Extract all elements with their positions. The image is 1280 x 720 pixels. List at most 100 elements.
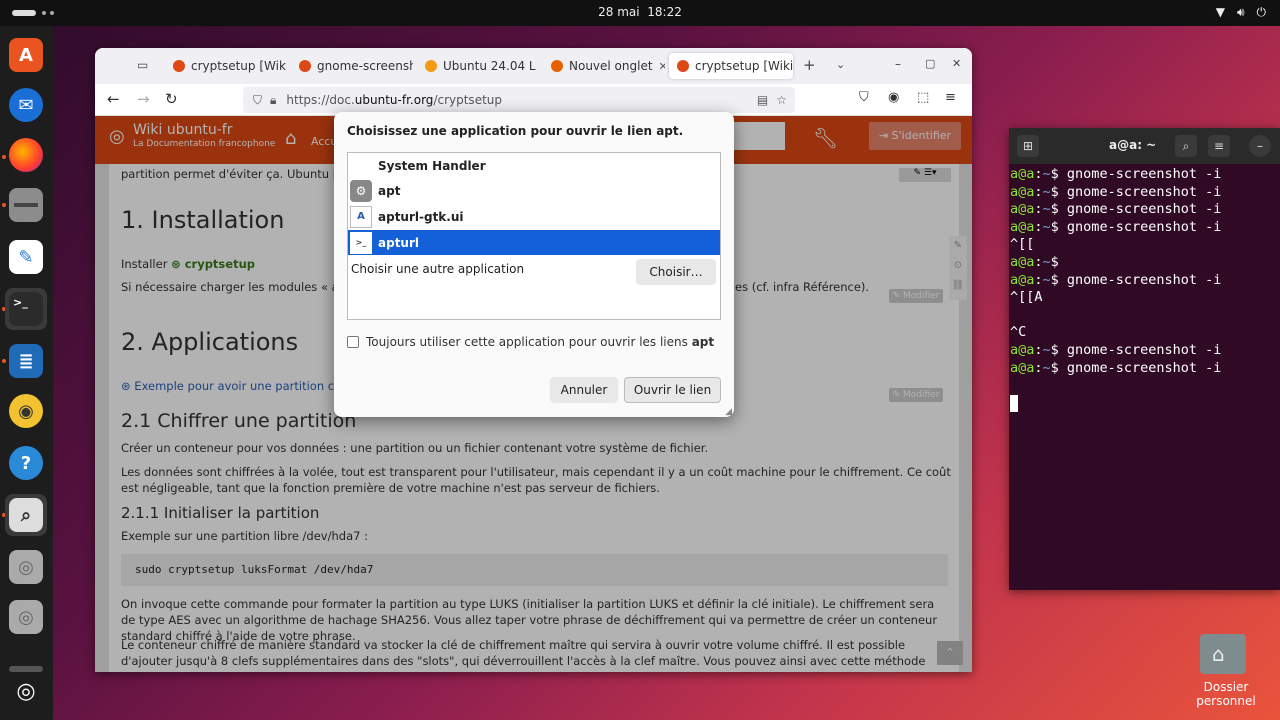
open-link-button[interactable]: Ouvrir le lien (624, 377, 721, 403)
minimize-button[interactable]: – (1249, 135, 1271, 157)
app-item-apt[interactable]: ⚙ apt (348, 178, 720, 203)
firefox-icon (9, 138, 43, 172)
command-text: $ gnome-screenshot -i (1050, 271, 1222, 288)
tab-cryptsetup-active[interactable]: cryptsetup [Wiki✕ (669, 53, 793, 79)
bookmark-star-icon[interactable]: ☆ (776, 93, 787, 107)
dock-ubuntu-software[interactable]: A (5, 34, 47, 76)
tab-gnome-screenshot[interactable]: gnome-screensh✕ (291, 53, 413, 79)
app-label: apturl (378, 235, 419, 250)
terminal-line: a@a:~$ gnome-screenshot -i (1010, 166, 1278, 184)
close-window-button[interactable]: ✕ (952, 57, 961, 70)
disk-icon: ◎ (9, 550, 43, 584)
terminal-line: a@a:~$ gnome-screenshot -i (1010, 201, 1278, 219)
prompt-sep: : (1034, 341, 1043, 358)
url-bar[interactable]: ⛉ 🔒︎ https://doc. ubuntu-fr.org/cryptsetu… (243, 87, 795, 113)
minimize-button[interactable]: – (895, 57, 901, 71)
dock-thunderbird[interactable]: ✉ (5, 84, 47, 126)
volume-icon: 🔊︎ (1236, 5, 1245, 19)
text-file-icon: A (350, 205, 372, 228)
magnifier-icon: ⌕ (9, 498, 43, 532)
terminal-output[interactable]: a@a:~$ gnome-screenshot -i a@a:~$ gnome-s… (1010, 166, 1278, 377)
command-text: $ gnome-screenshot -i (1050, 166, 1222, 182)
dock-rhythmbox[interactable]: ◉ (5, 390, 47, 432)
command-text: $ gnome-screenshot -i (1050, 218, 1222, 235)
text-editor-icon: ✎ (9, 240, 43, 274)
prompt-path: ~ (1042, 341, 1051, 358)
command-text: $ gnome-screenshot -i (1050, 183, 1222, 200)
command-text: $ gnome-screenshot -i (1050, 341, 1222, 358)
house-icon: ⌂ (1212, 642, 1225, 666)
shield-icon[interactable]: ⛉ (253, 93, 262, 108)
app-item-apturl-gtk-ui[interactable]: Aapturl-gtk.ui (348, 204, 720, 229)
prompt-path: ~ (1042, 253, 1051, 270)
clock[interactable]: 28 mai 18:22 (0, 5, 1280, 19)
resize-grip-icon[interactable]: ◢ (725, 407, 732, 417)
new-tab-button[interactable]: ⊞ (1017, 135, 1039, 157)
account-icon[interactable]: ◉ (888, 90, 899, 105)
forward-button[interactable]: → (137, 90, 150, 108)
close-icon[interactable]: ✕ (653, 60, 665, 73)
tab-label: Nouvel onglet (569, 59, 653, 73)
new-tab-button[interactable]: + (803, 56, 816, 74)
reader-view-icon[interactable]: ▤ (757, 93, 768, 107)
dock-help[interactable]: ? (5, 442, 47, 484)
extensions-icon[interactable]: ⬚ (917, 90, 929, 105)
terminal-line: a@a:~$ gnome-screenshot -i (1010, 272, 1278, 290)
dock-ubuntu-logo[interactable]: ◎ (5, 670, 47, 712)
dock-libreoffice-writer[interactable]: ≣ (5, 340, 47, 382)
back-button[interactable]: ← (107, 90, 120, 108)
tab-cryptsetup-1[interactable]: cryptsetup [Wiki✕ (165, 53, 287, 79)
files-icon (9, 188, 43, 222)
terminal-line: a@a:~$ gnome-screenshot -i (1010, 184, 1278, 202)
menu-icon[interactable]: ≡ (1208, 135, 1230, 157)
lock-icon[interactable]: 🔒︎ (270, 93, 276, 108)
tab-list-chevron-icon[interactable]: ⌄ (836, 58, 845, 71)
app-item-apturl[interactable]: >_ apturl (348, 230, 720, 255)
dock-disk-2[interactable]: ◎ (5, 596, 47, 638)
prompt-sep: : (1034, 201, 1043, 218)
search-icon[interactable]: ⌕ (1175, 135, 1197, 157)
app-label: apturl-gtk.ui (378, 209, 464, 224)
system-tray[interactable]: ▼ 🔊︎ ⏻ (1216, 5, 1266, 20)
close-icon[interactable]: ✕ (536, 60, 539, 73)
always-scheme: apt (691, 335, 715, 349)
dock-files[interactable] (5, 184, 47, 226)
dock-text-editor[interactable]: ✎ (5, 236, 47, 278)
top-bar: 28 mai 18:22 ▼ 🔊︎ ⏻ (0, 0, 1280, 26)
dock-screenshot[interactable]: ⌕ (5, 494, 47, 536)
prompt-path: ~ (1042, 359, 1051, 376)
tab-label: Ubuntu 24.04 L (443, 59, 536, 73)
terminal-line: ^C (1010, 324, 1027, 341)
dock-disk-1[interactable]: ◎ (5, 546, 47, 588)
wifi-icon: ▼ (1215, 5, 1225, 19)
cancel-button[interactable]: Annuler (550, 377, 618, 403)
tab-new-tab[interactable]: Nouvel onglet ✕ (543, 53, 665, 79)
app-item-system-handler[interactable]: System Handler (348, 153, 720, 178)
choose-button[interactable]: Choisir… (636, 259, 716, 285)
always-use-checkbox[interactable] (347, 336, 359, 348)
dock-firefox[interactable] (5, 134, 47, 176)
prompt-path: ~ (1042, 218, 1051, 235)
command-text: $ gnome-screenshot -i (1050, 201, 1222, 218)
command-text: $ (1050, 253, 1059, 270)
url-path: /cryptsetup (433, 93, 502, 107)
tab-overview-icon[interactable]: ▭ (137, 58, 148, 72)
maximize-button[interactable]: ▢ (925, 57, 935, 70)
reload-button[interactable]: ↻ (165, 90, 178, 108)
tab-ubuntu-2404[interactable]: Ubuntu 24.04 L✕ (417, 53, 539, 79)
home-folder-label[interactable]: Dossier personnel (1176, 680, 1276, 708)
prompt-path: ~ (1042, 201, 1051, 218)
dock-terminal[interactable]: >_ (5, 288, 47, 330)
terminal-line: ^[[A (1010, 289, 1043, 306)
tab-label: cryptsetup [Wiki (695, 59, 793, 73)
terminal-icon: >_ (9, 292, 43, 326)
menu-icon[interactable]: ≡ (945, 90, 956, 105)
other-app-label: Choisir une autre application (351, 262, 525, 276)
pocket-icon[interactable]: ⛉ (859, 90, 869, 105)
writer-icon: ≣ (9, 344, 43, 378)
prompt-sep: : (1034, 166, 1043, 182)
home-folder-icon[interactable]: ⌂ (1200, 634, 1246, 674)
tab-label: gnome-screensh (317, 59, 413, 73)
prompt-user: a@a (1010, 253, 1035, 270)
